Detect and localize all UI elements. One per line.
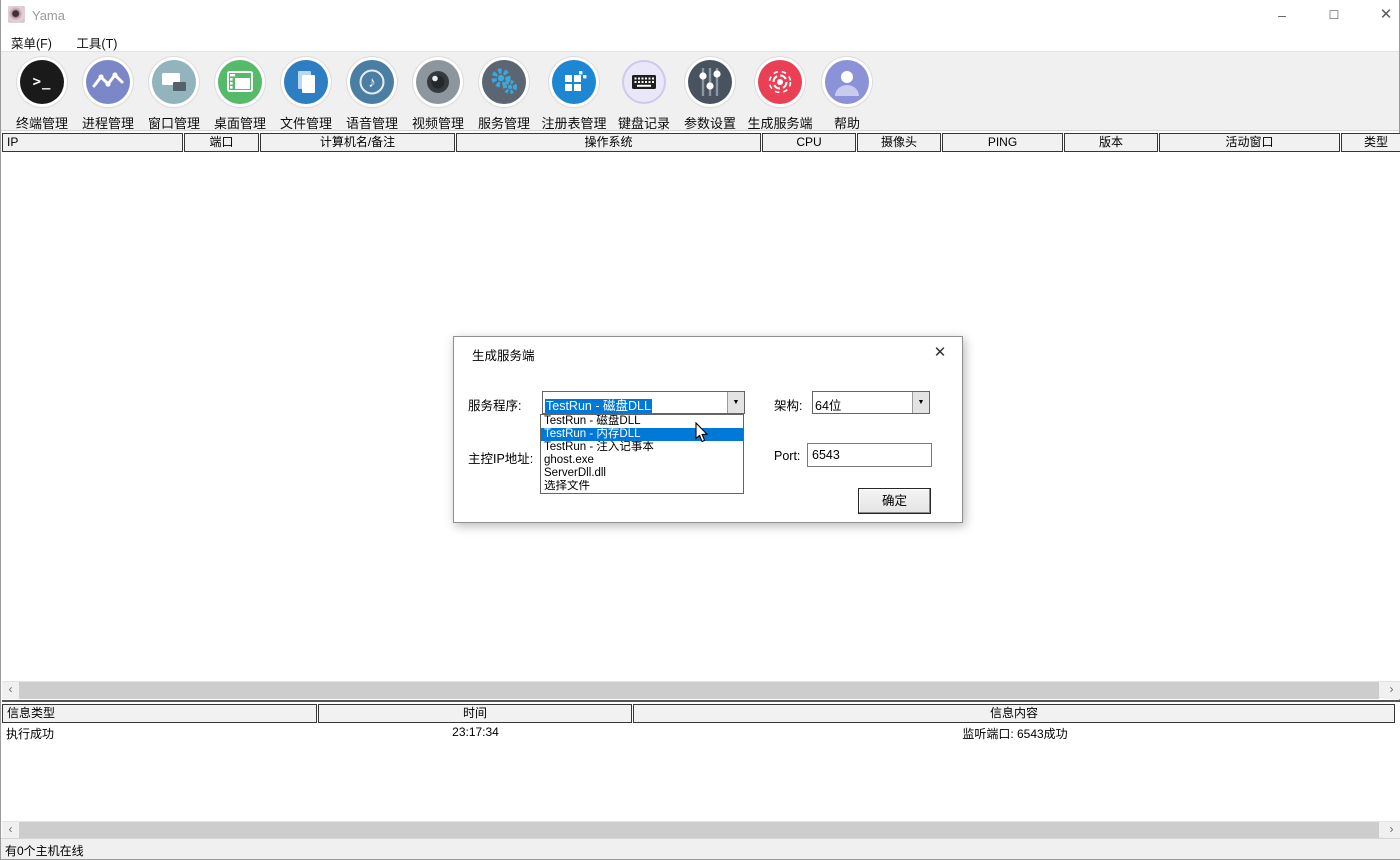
toolbar-item-audio[interactable]: ♪ 语音管理: [341, 60, 403, 132]
column-header-version[interactable]: 版本: [1064, 133, 1158, 152]
toolbar-item-process[interactable]: 进程管理: [77, 60, 139, 132]
column-header-ping[interactable]: PING: [942, 133, 1063, 152]
toolbar-item-desktop[interactable]: 桌面管理: [209, 60, 271, 132]
minimize-icon[interactable]: –: [1259, 0, 1305, 30]
scroll-right-icon[interactable]: ›: [1383, 822, 1400, 839]
column-header-info-content[interactable]: 信息内容: [633, 704, 1395, 723]
toolbar: >_ 终端管理 进程管理 窗口管理 桌面管理 文件管理: [1, 52, 1399, 131]
toolbar-item-window[interactable]: 窗口管理: [143, 60, 205, 132]
chevron-down-icon[interactable]: ▼: [912, 392, 929, 413]
menu-bar: 菜单(F) 工具(T): [1, 30, 1399, 52]
toolbar-item-video[interactable]: 视频管理: [407, 60, 469, 132]
service-program-combobox[interactable]: TestRun - 磁盘DLL ▼: [542, 391, 745, 414]
person-icon: [825, 60, 869, 104]
column-header-camera[interactable]: 摄像头: [857, 133, 941, 152]
host-table-header: IP 端口 计算机名/备注 操作系统 CPU 摄像头 PING 版本 活动窗口 …: [2, 133, 1400, 152]
target-icon: [758, 60, 802, 104]
log-row[interactable]: 执行成功 23:17:34 监听端口: 6543成功: [2, 725, 1400, 742]
title-bar: Yama – ☐ ✕: [1, 0, 1399, 30]
column-header-time[interactable]: 时间: [318, 704, 632, 723]
log-list-hscrollbar[interactable]: ‹ ›: [2, 821, 1400, 838]
service-program-label: 服务程序:: [468, 395, 521, 414]
app-logo-icon: [8, 6, 25, 23]
menu-item-tools[interactable]: 工具(T): [66, 30, 127, 52]
windows-icon: [152, 60, 196, 104]
camera-lens-icon: [416, 60, 460, 104]
file-icon: [284, 60, 328, 104]
app-window: Yama – ☐ ✕ 菜单(F) 工具(T) >_ 终端管理 进程管理 窗口管理: [0, 0, 1400, 860]
arch-label: 架构:: [774, 395, 802, 414]
app-title: Yama: [32, 8, 65, 23]
dropdown-item-selected[interactable]: TestRun - 内存DLL: [541, 428, 743, 441]
ok-button[interactable]: 确定: [858, 488, 931, 514]
toolbar-item-services[interactable]: 服务管理: [473, 60, 535, 132]
dialog-close-icon[interactable]: ✕: [930, 343, 950, 361]
toolbar-item-terminal[interactable]: >_ 终端管理: [11, 60, 73, 132]
gears-icon: [482, 60, 526, 104]
dropdown-item[interactable]: TestRun - 磁盘DLL: [541, 415, 743, 428]
maximize-icon[interactable]: ☐: [1311, 0, 1357, 30]
keyboard-icon: [622, 60, 666, 104]
scrollbar-thumb[interactable]: [19, 682, 1379, 699]
dropdown-item[interactable]: 选择文件: [541, 480, 743, 493]
toolbar-item-file[interactable]: 文件管理: [275, 60, 337, 132]
activity-icon: [86, 60, 130, 104]
scroll-right-icon[interactable]: ›: [1383, 682, 1400, 699]
close-icon[interactable]: ✕: [1363, 0, 1400, 30]
arch-combobox[interactable]: 64位 ▼: [812, 391, 930, 414]
port-input[interactable]: 6543: [807, 443, 932, 467]
toolbar-item-help[interactable]: 帮助: [819, 60, 875, 132]
port-label: Port:: [774, 449, 800, 463]
column-header-active-window[interactable]: 活动窗口: [1159, 133, 1340, 152]
log-cell-type: 执行成功: [2, 725, 318, 742]
sliders-icon: [688, 60, 732, 104]
menu-item-main[interactable]: 菜单(F): [1, 30, 62, 52]
scrollbar-thumb[interactable]: [19, 822, 1379, 839]
column-header-port[interactable]: 端口: [184, 133, 259, 152]
toolbar-item-params[interactable]: 参数设置: [679, 60, 741, 132]
service-program-value: TestRun - 磁盘DLL: [545, 399, 652, 413]
column-header-os[interactable]: 操作系统: [456, 133, 761, 152]
toolbar-item-generate[interactable]: 生成服务端: [745, 60, 815, 132]
log-cell-content: 监听端口: 6543成功: [633, 725, 1397, 742]
dialog-title: 生成服务端: [472, 345, 535, 364]
log-table-header: 信息类型 时间 信息内容: [2, 704, 1400, 723]
scroll-left-icon[interactable]: ‹: [2, 682, 19, 699]
music-note-icon: ♪: [350, 60, 394, 104]
toolbar-item-registry[interactable]: 注册表管理: [539, 60, 609, 132]
mouse-cursor: [695, 422, 711, 449]
column-header-cpu[interactable]: CPU: [762, 133, 856, 152]
status-bar: 有0个主机在线: [1, 838, 1400, 859]
column-header-type[interactable]: 类型: [1341, 133, 1400, 152]
host-list-hscrollbar[interactable]: ‹ ›: [2, 681, 1400, 698]
dropdown-item[interactable]: ServerDll.dll: [541, 467, 743, 480]
registry-grid-icon: [552, 60, 596, 104]
toolbar-item-keylog[interactable]: 键盘记录: [613, 60, 675, 132]
log-panel: 信息类型 时间 信息内容 执行成功 23:17:34 监听端口: 6543成功: [2, 700, 1400, 821]
arch-value: 64位: [815, 395, 841, 414]
chevron-down-icon[interactable]: ▼: [727, 392, 744, 413]
desktop-icon: [218, 60, 262, 104]
log-cell-time: 23:17:34: [318, 725, 633, 742]
master-ip-label: 主控IP地址:: [468, 448, 533, 467]
column-header-info-type[interactable]: 信息类型: [2, 704, 317, 723]
dropdown-item[interactable]: TestRun - 注入记事本: [541, 441, 743, 454]
dialog-title-bar: 生成服务端 ✕: [454, 337, 962, 367]
service-program-dropdown: TestRun - 磁盘DLL TestRun - 内存DLL TestRun …: [540, 414, 744, 494]
column-header-computer-name[interactable]: 计算机名/备注: [260, 133, 455, 152]
status-text: 有0个主机在线: [5, 844, 84, 858]
column-header-ip[interactable]: IP: [2, 133, 183, 152]
terminal-icon: >_: [20, 60, 64, 104]
scroll-left-icon[interactable]: ‹: [2, 822, 19, 839]
dropdown-item[interactable]: ghost.exe: [541, 454, 743, 467]
